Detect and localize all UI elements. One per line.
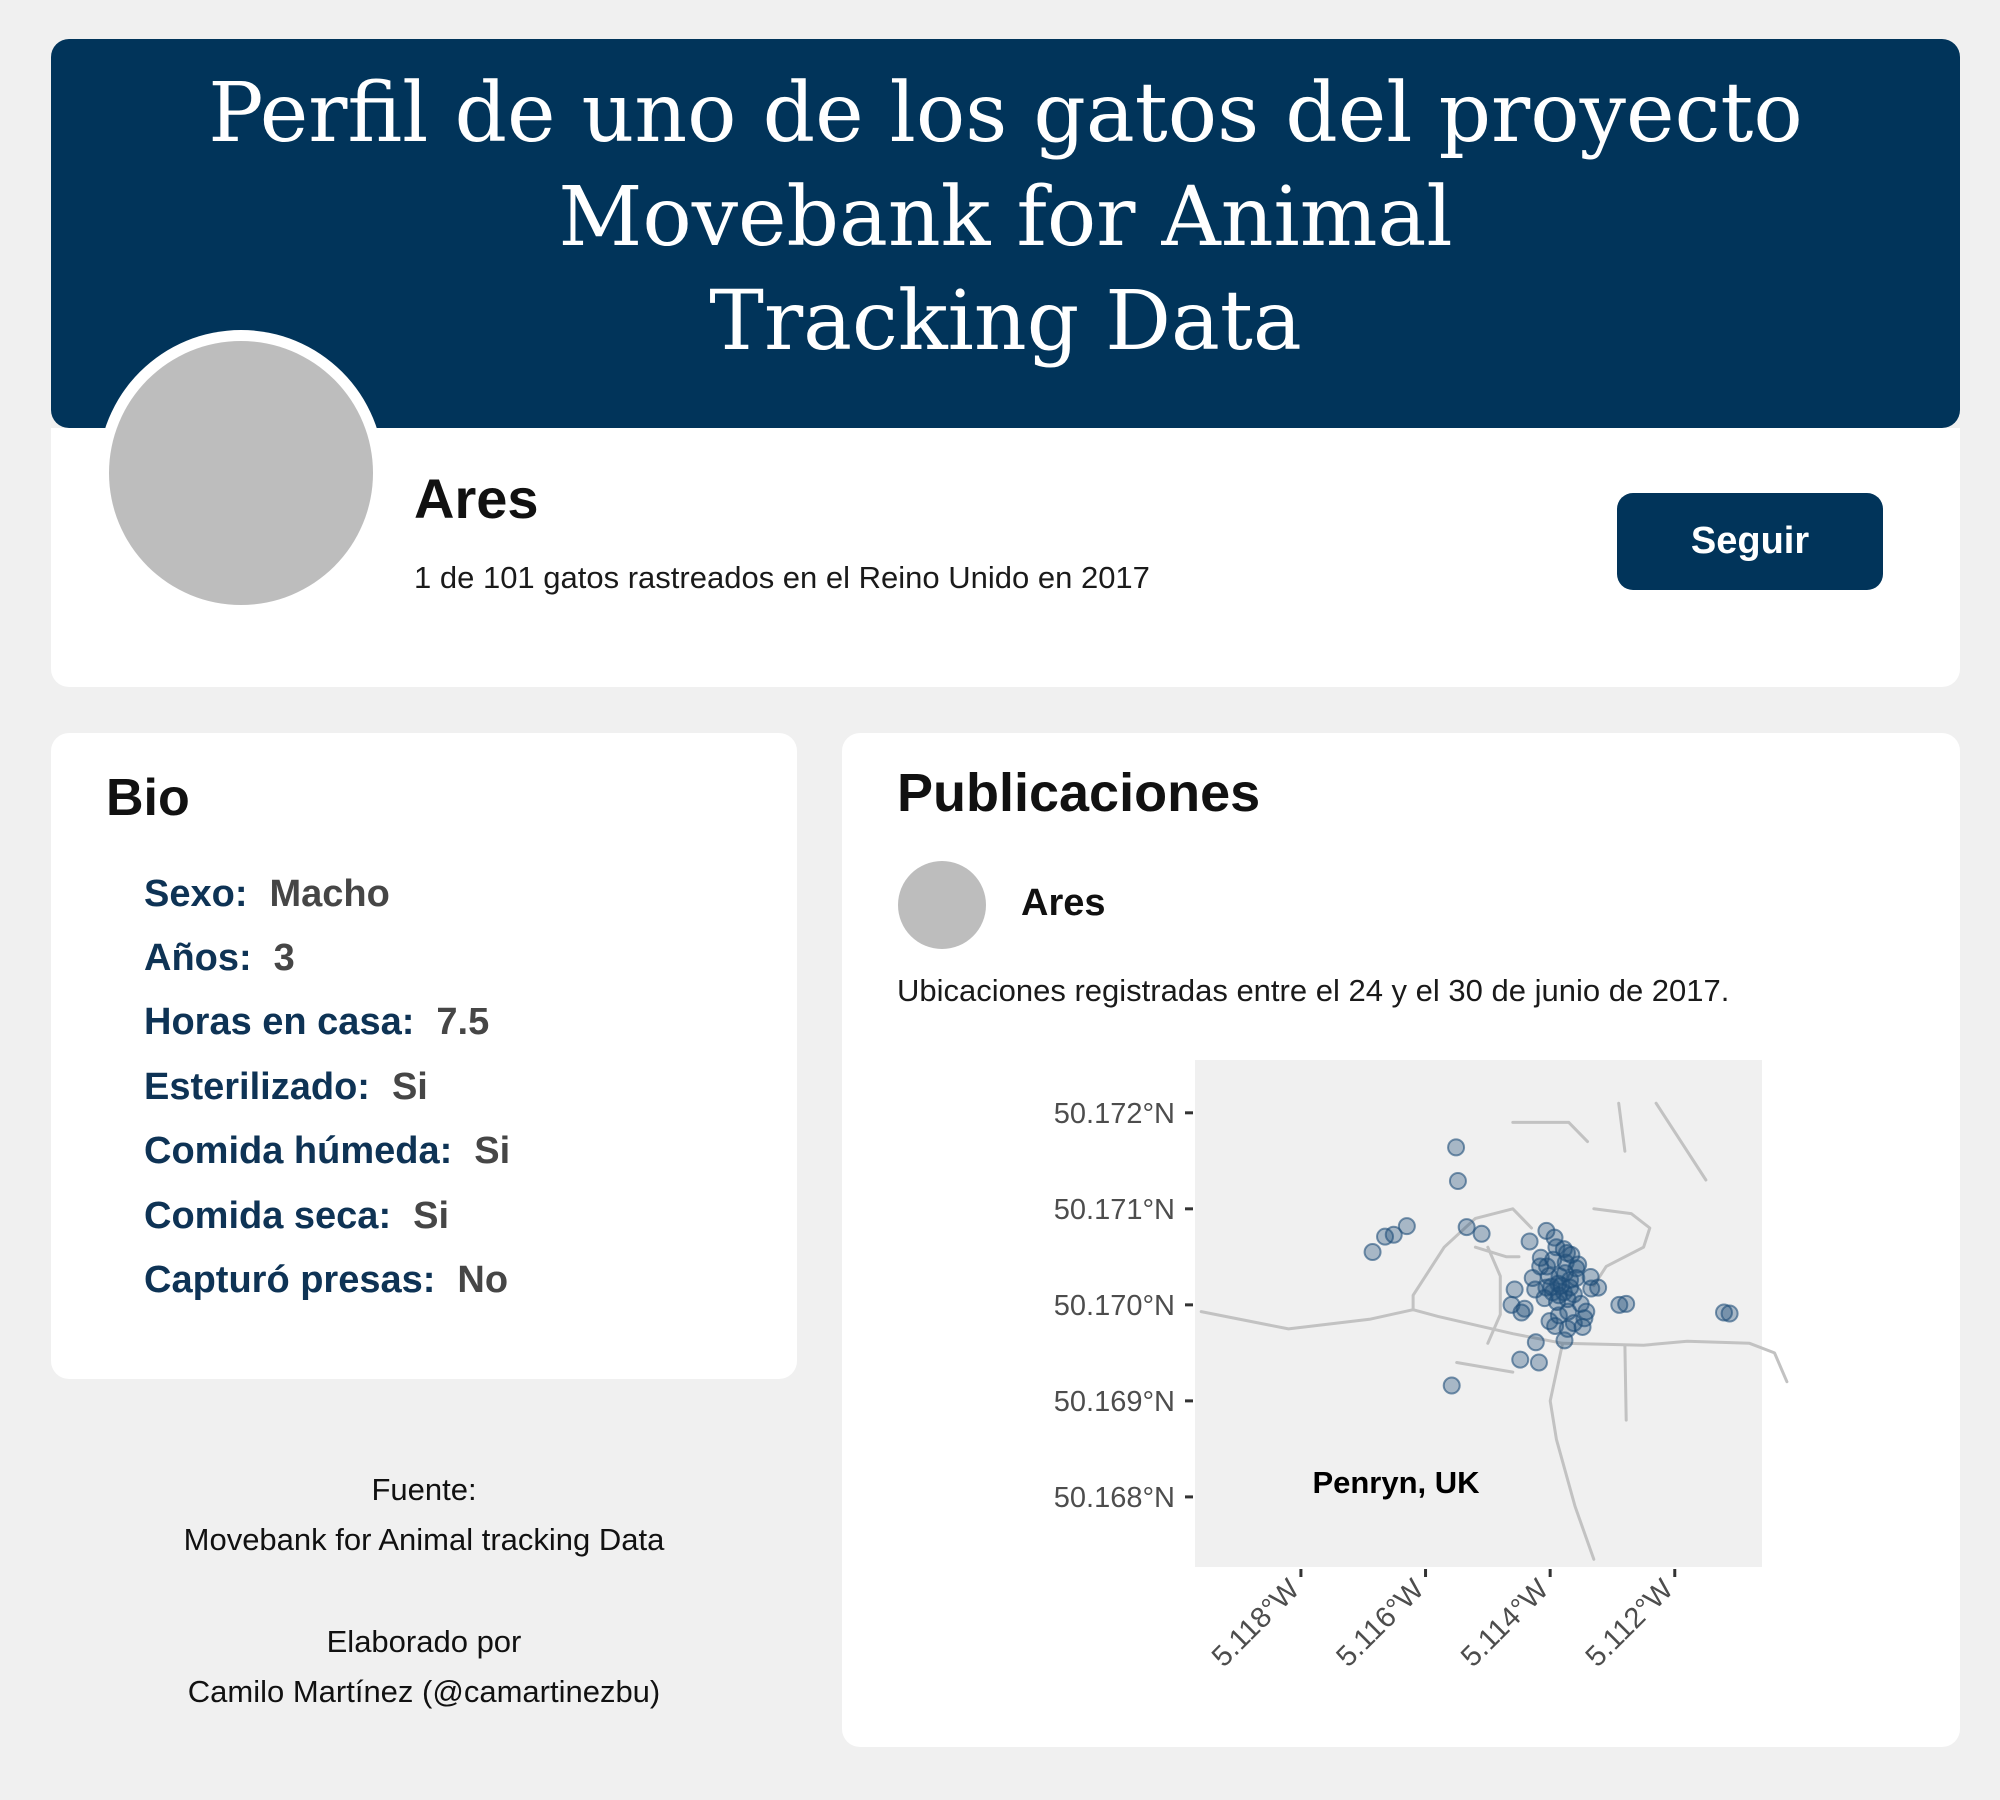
source-label: Fuente: xyxy=(371,1472,477,1507)
publications-card xyxy=(842,733,1960,1747)
bio-label: Capturó presas: xyxy=(144,1259,436,1301)
profile-subtitle: 1 de 101 gatos rastreados en el Reino Un… xyxy=(414,560,1150,595)
bio-title: Bio xyxy=(106,769,190,827)
bio-label: Sexo: xyxy=(144,873,248,915)
bio-value: 3 xyxy=(273,937,295,979)
bio-value: Si xyxy=(474,1130,511,1172)
bio-value: 7.5 xyxy=(436,1001,490,1043)
bio-row-comida-seca: Comida seca: Si xyxy=(144,1195,449,1238)
credit-label: Elaborado por xyxy=(326,1624,522,1659)
bio-value: Si xyxy=(391,1066,428,1108)
post-author-name[interactable]: Ares xyxy=(1021,882,1106,925)
bio-row-esterilizado: Esterilizado: Si xyxy=(144,1066,428,1109)
publications-title: Publicaciones xyxy=(897,763,1261,823)
profile-avatar[interactable] xyxy=(109,341,373,605)
credit-text: Camilo Martínez (@camartinezbu) xyxy=(187,1674,661,1709)
bio-row-anos: Años: 3 xyxy=(144,937,295,980)
post-text: Ubicaciones registradas entre el 24 y el… xyxy=(897,973,1730,1008)
bio-value: Si xyxy=(413,1195,449,1237)
bio-row-comida-humeda: Comida húmeda: Si xyxy=(144,1130,510,1173)
bio-value: No xyxy=(457,1259,509,1301)
bio-label: Comida húmeda: xyxy=(144,1130,453,1172)
post-author-avatar[interactable] xyxy=(898,861,986,949)
page-title: Perfil de uno de los gatos del proyecto … xyxy=(208,66,1803,369)
follow-button[interactable]: Seguir xyxy=(1617,493,1883,590)
bio-label: Horas en casa: xyxy=(144,1001,415,1043)
source-text: Movebank for Animal tracking Data xyxy=(183,1522,665,1557)
bio-label: Comida seca: xyxy=(144,1195,392,1237)
bio-label: Años: xyxy=(144,937,252,979)
bio-row-horas: Horas en casa: 7.5 xyxy=(144,1001,489,1044)
bio-value: Macho xyxy=(269,873,390,915)
bio-row-capturo-presas: Capturó presas: No xyxy=(144,1259,508,1302)
profile-name: Ares xyxy=(414,467,539,530)
bio-label: Esterilizado: xyxy=(144,1066,370,1108)
bio-row-sexo: Sexo: Macho xyxy=(144,873,390,916)
footer-credits: Fuente: Movebank for Animal tracking Dat… xyxy=(51,1465,797,1717)
